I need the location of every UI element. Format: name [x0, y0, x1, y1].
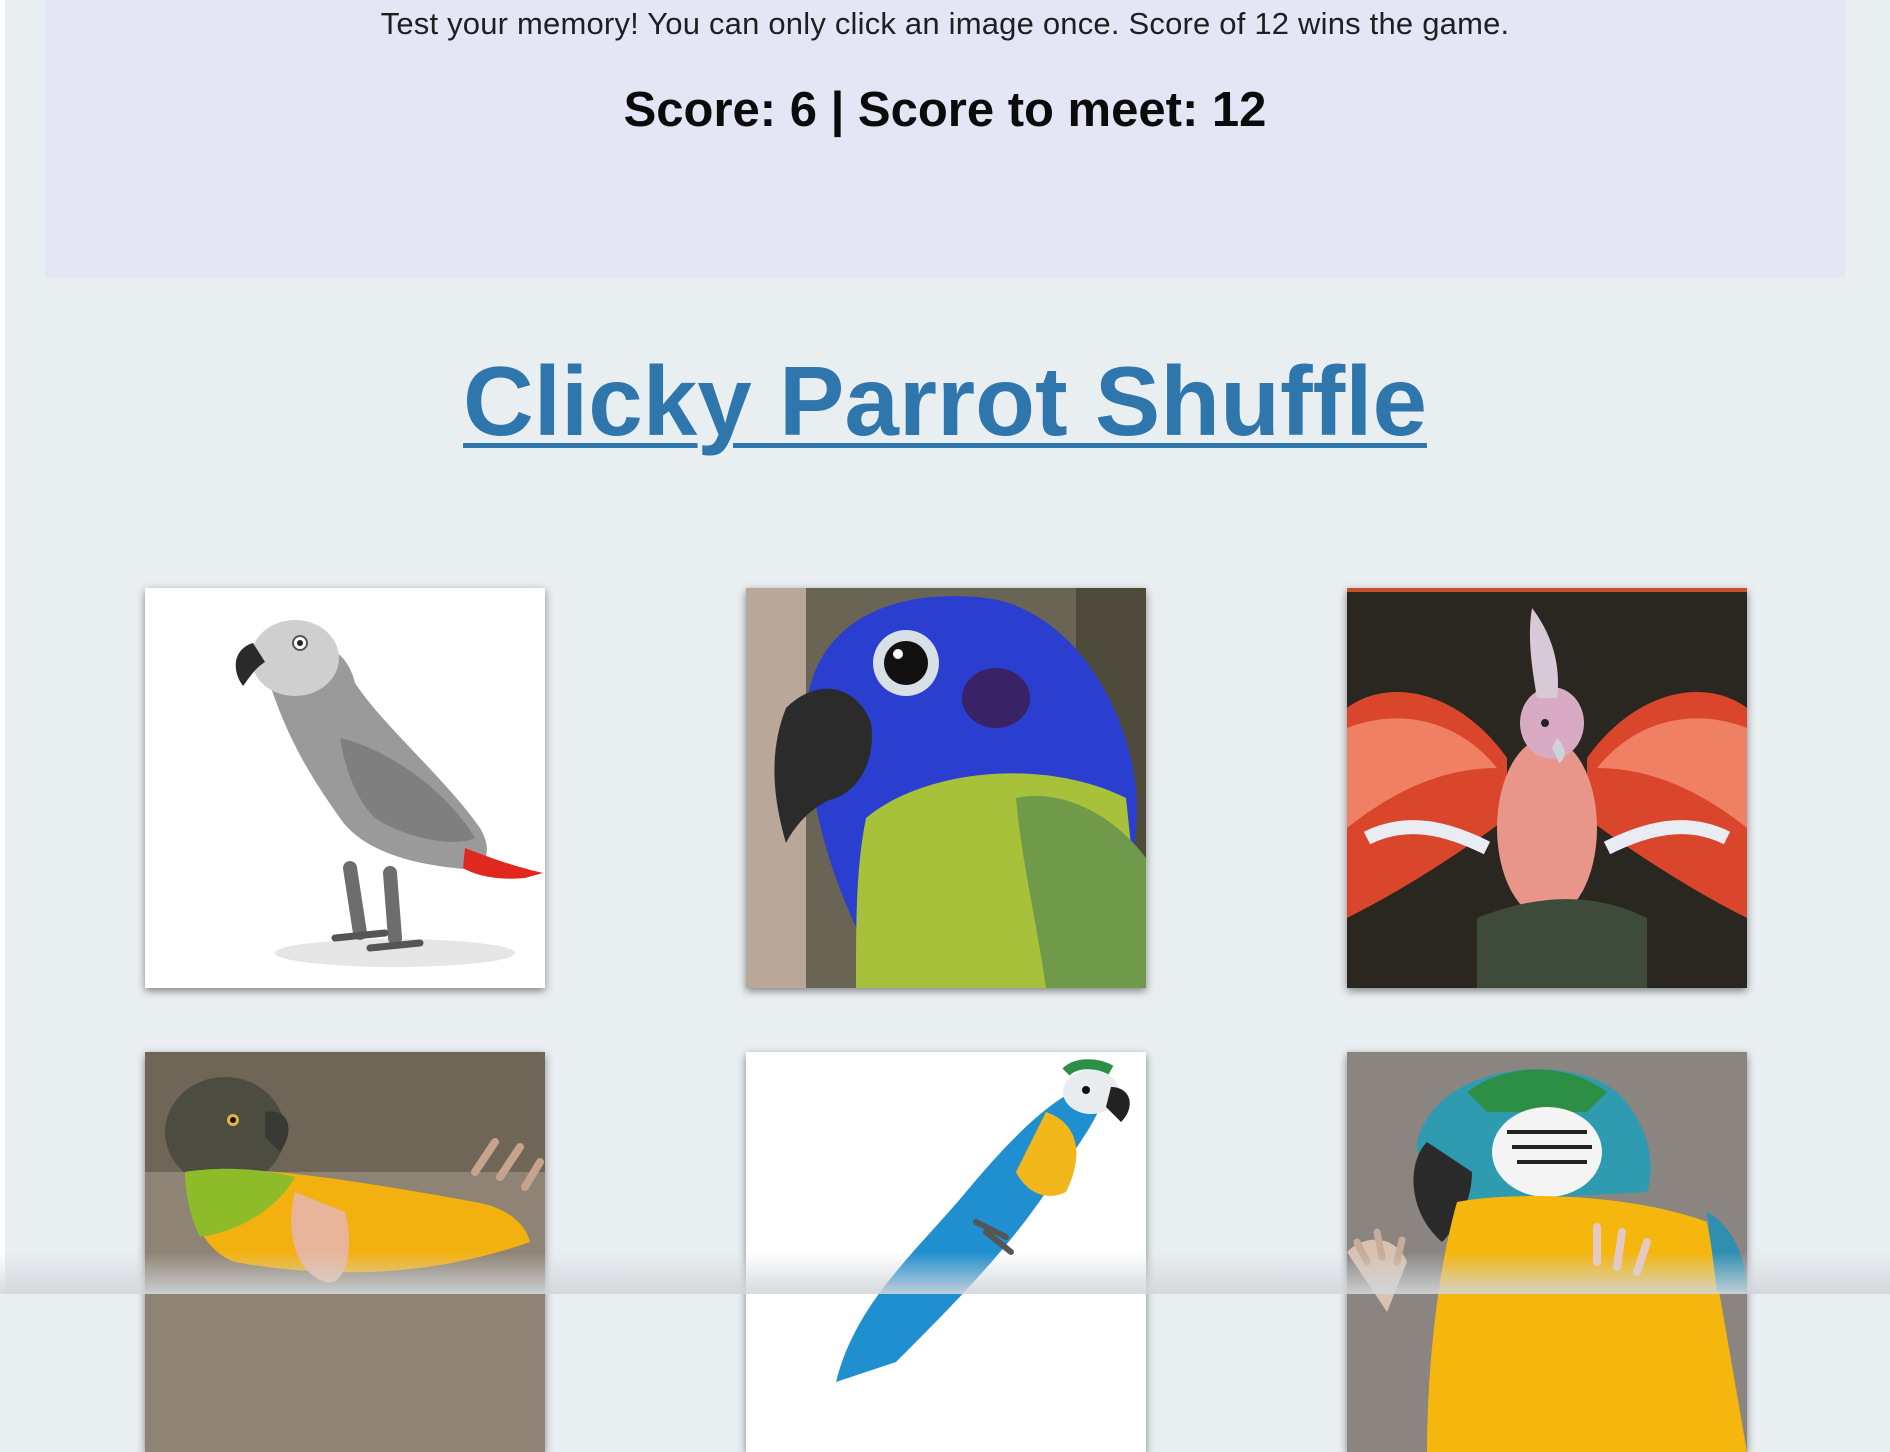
parrot-card-blue-headed[interactable]	[746, 588, 1146, 988]
african-grey-parrot-image	[145, 588, 545, 988]
galah-cockatoo-image	[1347, 588, 1747, 988]
blue-headed-parrot-image	[746, 588, 1146, 988]
game-instructions: Test your memory! You can only click an …	[380, 6, 1510, 41]
score-display: Score: 6 | Score to meet: 12	[623, 83, 1267, 137]
parrot-card-macaw-flying[interactable]	[746, 1052, 1146, 1452]
parrot-card-macaw-closeup[interactable]	[1347, 1052, 1747, 1452]
senegal-parrot-image	[145, 1052, 545, 1452]
blue-gold-macaw-flying-image	[746, 1052, 1146, 1452]
page-left-edge	[0, 0, 5, 1294]
blue-gold-macaw-closeup-image	[1347, 1052, 1747, 1452]
game-title-link[interactable]: Clicky Parrot Shuffle	[0, 345, 1890, 458]
score-header: Test your memory! You can only click an …	[45, 0, 1845, 278]
parrot-card-galah[interactable]	[1347, 588, 1747, 988]
parrot-card-african-grey[interactable]	[145, 588, 545, 988]
parrot-card-senegal[interactable]	[145, 1052, 545, 1452]
